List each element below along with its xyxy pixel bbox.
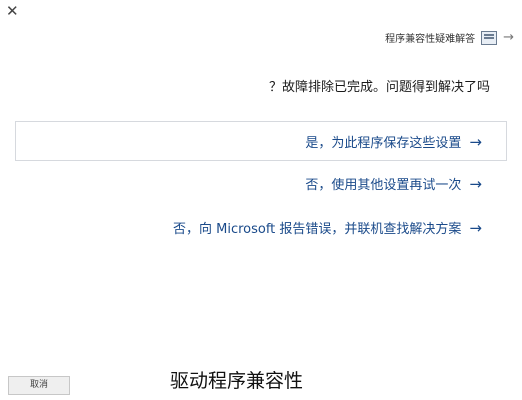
close-icon[interactable]: ✕ [6,2,19,20]
image-caption: 驱动程序兼容性 [170,370,304,392]
question-heading: 故障排除已完成。问题得到解决了吗？ [268,80,490,95]
arrow-right-icon: → [469,132,482,151]
troubleshooter-icon [481,30,498,45]
option-save-settings[interactable]: → 是，为此程序保存这些设置 [305,132,482,152]
arrow-right-icon: → [469,218,482,237]
back-arrow-icon[interactable]: → [503,30,514,45]
arrow-right-icon: → [469,174,482,193]
option-label: 否，向 Microsoft 报告错误，并联机查找解决方案 [172,222,462,237]
cancel-button[interactable]: 取消 [8,376,70,395]
option-try-other-settings[interactable]: → 否，使用其他设置再试一次 [305,174,482,194]
option-label: 否，使用其他设置再试一次 [305,178,462,193]
window-title: 程序兼容性疑难解答 [385,34,476,45]
titlebar: 程序兼容性疑难解答 → [385,30,514,45]
option-report-to-microsoft[interactable]: → 否，向 Microsoft 报告错误，并联机查找解决方案 [172,218,482,238]
option-label: 是，为此程序保存这些设置 [305,136,462,151]
